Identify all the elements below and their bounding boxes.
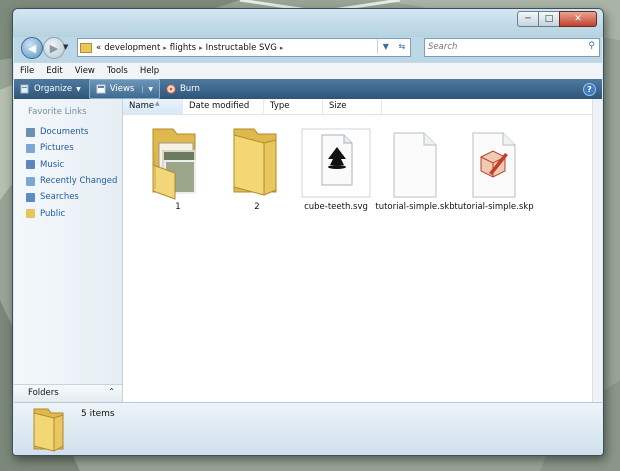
organize-label: Organize	[34, 84, 73, 94]
folder-icon	[137, 125, 219, 201]
favorite-searches[interactable]: Searches	[26, 189, 117, 205]
column-headers: ▲ Name Date modified Type Size	[123, 99, 602, 115]
dropdown-icon[interactable]: ▼	[383, 42, 389, 51]
file-list: ▲ Name Date modified Type Size 1 2 cube-…	[123, 99, 602, 402]
file-name: cube-teeth.svg	[304, 202, 368, 212]
favorite-links-list: Documents Pictures Music Recently Change…	[26, 124, 117, 222]
sketchup-file-icon	[453, 125, 535, 201]
column-label: Name	[129, 101, 155, 111]
views-icon	[96, 84, 106, 94]
file-item[interactable]: tutorial-simple.skp	[453, 125, 535, 212]
folders-toggle[interactable]: Folders ⌃	[14, 384, 122, 402]
chevron-up-icon: ⌃	[108, 387, 115, 396]
breadcrumb-separator-icon[interactable]: ▸	[163, 44, 167, 52]
favorite-label: Documents	[40, 127, 89, 138]
favorite-pictures[interactable]: Pictures	[26, 140, 117, 156]
search-input[interactable]	[425, 39, 578, 54]
pictures-icon	[26, 143, 35, 153]
favorite-documents[interactable]: Documents	[26, 124, 117, 140]
favorite-label: Searches	[40, 192, 79, 203]
chevron-down-icon: ▼	[76, 85, 81, 93]
favorite-public[interactable]: Public	[26, 205, 117, 221]
folder-icon	[33, 408, 64, 452]
organize-icon	[20, 84, 29, 94]
documents-icon	[26, 127, 35, 137]
views-button[interactable]: Views ▼	[88, 79, 160, 99]
file-name: 1	[175, 202, 181, 212]
column-header-name[interactable]: ▲ Name	[123, 99, 183, 114]
column-label: Size	[329, 101, 347, 111]
item-count: 5 items	[81, 409, 115, 419]
favorite-label: Recently Changed	[40, 176, 118, 187]
maximize-button[interactable]: □	[538, 11, 560, 27]
close-button[interactable]: ✕	[559, 11, 597, 27]
favorite-label: Public	[40, 208, 66, 219]
column-label: Date modified	[189, 101, 250, 111]
breadcrumb-development[interactable]: development	[104, 43, 160, 53]
favorite-links-heading: Favorite Links	[28, 107, 87, 117]
explorer-window: ─ □ ✕ ◀ ▶ ▼ « development ▸ flights ▸ In…	[12, 8, 604, 456]
help-icon[interactable]: ?	[583, 83, 596, 96]
minimize-button[interactable]: ─	[517, 11, 539, 27]
refresh-icon[interactable]: ⇆	[399, 42, 406, 51]
file-item[interactable]: 2	[216, 125, 298, 212]
vertical-scrollbar[interactable]	[592, 99, 602, 402]
file-item[interactable]: tutorial-simple.skb	[374, 125, 456, 212]
burn-label: Burn	[179, 84, 200, 94]
back-button[interactable]: ◀	[21, 37, 43, 59]
navigation-bar: ◀ ▶ ▼ « development ▸ flights ▸ Instruct…	[13, 35, 603, 61]
views-label: Views	[109, 84, 135, 94]
menu-file[interactable]: File	[14, 66, 40, 76]
breadcrumb-overflow[interactable]: «	[96, 43, 101, 53]
favorite-music[interactable]: Music	[26, 157, 117, 173]
search-icon[interactable]: ⚲	[588, 41, 595, 51]
inkscape-file-icon	[295, 125, 377, 201]
file-item[interactable]: 1	[137, 125, 219, 212]
burn-button[interactable]: Burn	[160, 80, 206, 98]
column-header-type[interactable]: Type	[264, 99, 323, 114]
public-folder-icon	[26, 209, 35, 219]
menu-help[interactable]: Help	[134, 66, 165, 76]
file-name: tutorial-simple.skp	[454, 202, 534, 212]
recent-icon	[26, 176, 35, 186]
sort-up-icon: ▲	[155, 100, 160, 107]
details-pane: 5 items	[14, 402, 602, 455]
command-bar: Organize ▼ Views ▼ Burn ?	[14, 79, 602, 99]
window-controls: ─ □ ✕	[517, 11, 597, 27]
forward-button[interactable]: ▶	[43, 37, 65, 59]
address-actions: ▼ ⇆	[377, 39, 410, 54]
breadcrumb-separator-icon[interactable]: ▸	[199, 44, 203, 52]
blank-file-icon	[374, 125, 456, 201]
file-name: 2	[254, 202, 260, 212]
searches-icon	[26, 192, 35, 202]
content-area: Favorite Links Documents Pictures Music …	[14, 99, 602, 402]
organize-button[interactable]: Organize ▼	[14, 80, 87, 98]
folders-label: Folders	[28, 388, 59, 398]
favorite-label: Music	[40, 159, 65, 170]
folder-icon	[216, 125, 298, 201]
breadcrumb-separator-icon[interactable]: ▸	[280, 44, 284, 52]
menu-view[interactable]: View	[69, 66, 101, 76]
column-header-size[interactable]: Size	[323, 99, 382, 114]
folder-icon	[80, 42, 92, 53]
title-bar[interactable]: ─ □ ✕	[13, 9, 603, 37]
burn-disc-icon	[166, 84, 176, 94]
file-name: tutorial-simple.skb	[375, 202, 455, 212]
chevron-down-icon[interactable]: ▼	[142, 85, 153, 93]
menu-bar: File Edit View Tools Help	[14, 62, 602, 79]
recent-pages-chevron-icon[interactable]: ▼	[63, 43, 68, 51]
breadcrumb-instructable-svg[interactable]: Instructable SVG	[206, 43, 277, 53]
favorite-label: Pictures	[40, 143, 74, 154]
search-box[interactable]: ⚲	[424, 38, 600, 57]
column-header-date-modified[interactable]: Date modified	[183, 99, 264, 114]
breadcrumb-flights[interactable]: flights	[170, 43, 196, 53]
music-icon	[26, 160, 35, 170]
menu-tools[interactable]: Tools	[101, 66, 134, 76]
navigation-pane: Favorite Links Documents Pictures Music …	[14, 99, 123, 402]
file-item[interactable]: cube-teeth.svg	[295, 125, 377, 212]
column-label: Type	[270, 101, 290, 111]
address-bar[interactable]: « development ▸ flights ▸ Instructable S…	[77, 38, 411, 57]
menu-edit[interactable]: Edit	[40, 66, 68, 76]
favorite-recently-changed[interactable]: Recently Changed	[26, 173, 117, 189]
